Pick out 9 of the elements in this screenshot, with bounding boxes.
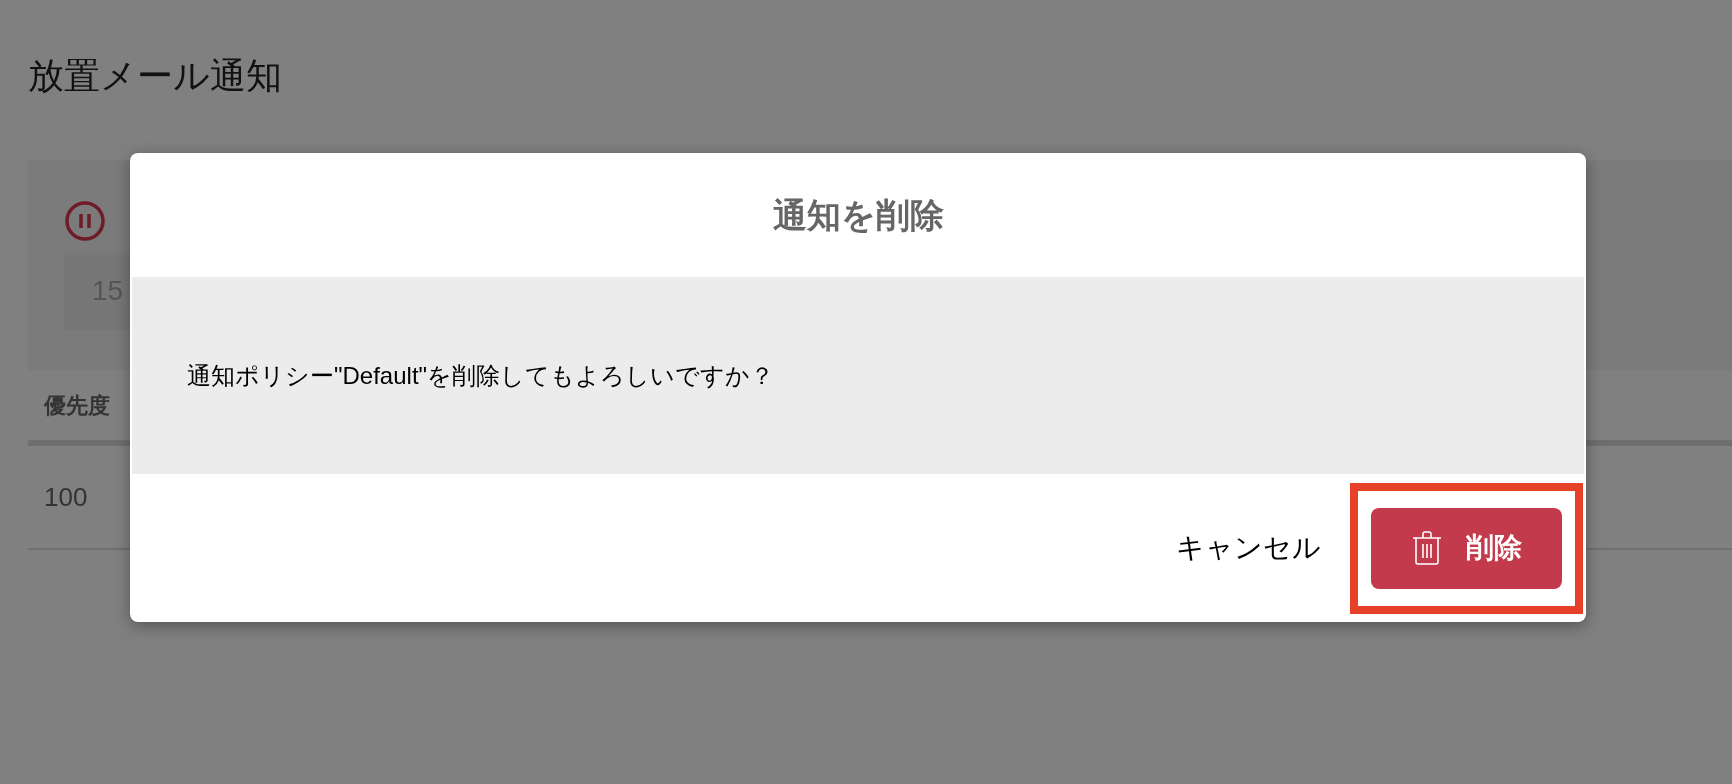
trash-icon: [1411, 531, 1442, 565]
table-cell-text: 100: [44, 480, 88, 514]
page-title: 放置メール通知: [28, 58, 283, 94]
column-header: 優先度: [44, 391, 110, 420]
cancel-button[interactable]: キャンセル: [1168, 507, 1329, 589]
dialog-title: 通知を削除: [772, 194, 944, 236]
pause-icon: [64, 200, 106, 242]
delete-button[interactable]: 削除: [1371, 507, 1562, 589]
confirm-message: 通知ポリシー"Default"を削除してもよろしいですか？: [187, 360, 775, 391]
